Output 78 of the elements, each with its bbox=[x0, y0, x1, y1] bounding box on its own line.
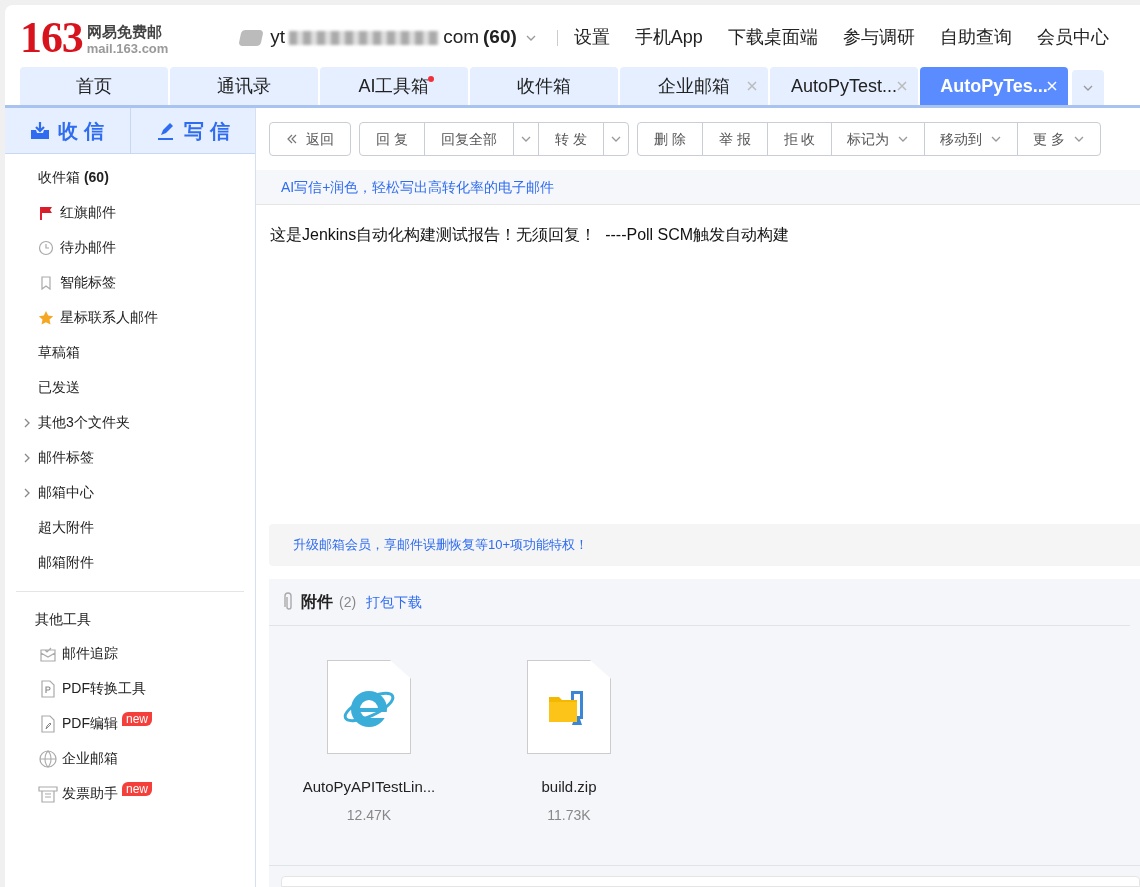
top-link[interactable]: 设置 bbox=[573, 24, 610, 51]
folder-item[interactable]: 已发送 bbox=[5, 370, 255, 405]
unread-count: (60) bbox=[483, 25, 517, 50]
file-name[interactable]: AutoPyAPITestLin... bbox=[302, 776, 436, 799]
folder-item[interactable]: 邮箱中心 bbox=[5, 475, 255, 510]
folder-item[interactable]: 邮箱附件 bbox=[5, 545, 255, 580]
email-body: 这是Jenkins自动化构建测试报告！无须回复！ ----Poll SCM触发自动构建 bbox=[270, 225, 791, 245]
section-title: 其他工具 bbox=[34, 610, 92, 629]
tool-item[interactable]: 企业邮箱 bbox=[5, 741, 255, 776]
account-suffix: com bbox=[443, 25, 480, 50]
toolbar-button[interactable]: 拒 收 bbox=[766, 123, 832, 155]
folder-item[interactable]: 星标联系人邮件 bbox=[5, 300, 255, 335]
globe-icon bbox=[38, 748, 58, 769]
tab[interactable]: 通讯录 bbox=[170, 67, 318, 105]
folder-item[interactable]: 智能标签 bbox=[5, 265, 255, 300]
toolbar-button[interactable]: 回复全部 bbox=[423, 123, 513, 155]
toolbar-button[interactable]: 删 除 bbox=[637, 123, 702, 155]
tab[interactable]: 首页 bbox=[20, 67, 168, 105]
upgrade-link[interactable]: 升级邮箱会员，享邮件误删恢复等10+项功能特权！ bbox=[293, 535, 589, 555]
file-size: 12.47K bbox=[346, 805, 392, 825]
pencil-icon bbox=[155, 120, 176, 141]
tool-item[interactable]: 邮件追踪 bbox=[5, 636, 255, 671]
star-icon bbox=[38, 309, 54, 326]
top-link[interactable]: 参与调研 bbox=[842, 24, 915, 51]
attachments-count: (2) bbox=[339, 592, 357, 612]
top-link[interactable]: 手机App bbox=[634, 24, 703, 51]
file-pencil-icon bbox=[38, 713, 58, 734]
tool-item[interactable]: PDF编辑 new bbox=[5, 706, 255, 741]
top-link[interactable]: 下载桌面端 bbox=[727, 24, 818, 51]
file-size: 11.73K bbox=[547, 805, 591, 825]
receipt-icon bbox=[38, 783, 58, 804]
clock-icon bbox=[38, 239, 54, 256]
close-icon[interactable] bbox=[896, 80, 908, 92]
tab[interactable]: 收件箱 bbox=[470, 67, 618, 105]
tab[interactable]: 企业邮箱 bbox=[620, 67, 768, 105]
account-prefix: yt bbox=[270, 25, 286, 50]
menu-button[interactable]: 更 多 bbox=[1017, 123, 1101, 155]
download-all-link[interactable]: 打包下载 bbox=[366, 591, 423, 613]
menu-button[interactable]: 移动到 bbox=[924, 123, 1018, 155]
back-button[interactable]: 返回 bbox=[270, 123, 350, 155]
top-link[interactable]: 自助查询 bbox=[939, 24, 1012, 51]
logo-number: 163 bbox=[20, 15, 83, 60]
inbox-download-icon bbox=[30, 120, 51, 141]
receive-button[interactable]: 收 信 bbox=[5, 108, 131, 153]
flag-icon bbox=[38, 204, 54, 221]
top-link[interactable]: 会员中心 bbox=[1036, 24, 1109, 51]
compose-button[interactable]: 写 信 bbox=[130, 108, 255, 153]
tab[interactable]: AI工具箱 bbox=[320, 67, 468, 105]
toolbar-button[interactable]: 举 报 bbox=[701, 123, 767, 155]
folder-item[interactable]: 红旗邮件 bbox=[5, 195, 255, 230]
folder-item[interactable]: 其他3个文件夹 bbox=[5, 405, 255, 440]
folder-item[interactable]: 邮件标签 bbox=[5, 440, 255, 475]
new-badge: new bbox=[122, 781, 152, 796]
pdf-file-icon bbox=[38, 678, 58, 699]
close-icon[interactable] bbox=[746, 80, 758, 92]
logo-name: 网易免费邮 bbox=[86, 22, 163, 42]
file-name[interactable]: build.zip bbox=[541, 776, 597, 799]
bookmark-icon bbox=[38, 274, 54, 291]
folder-item[interactable]: 超大附件 bbox=[5, 510, 255, 545]
file-thumbnail[interactable] bbox=[327, 660, 411, 754]
badge-icon bbox=[238, 29, 265, 46]
folder-item[interactable]: 收件箱 (60) bbox=[5, 160, 255, 195]
file-thumbnail[interactable] bbox=[527, 660, 611, 754]
logo-domain: mail.163.com bbox=[86, 41, 169, 58]
attachments-title: 附件 bbox=[301, 592, 333, 612]
double-chevron-left-icon bbox=[286, 133, 298, 145]
paperclip-icon bbox=[283, 592, 295, 612]
tool-item[interactable]: 发票助手 new bbox=[5, 776, 255, 811]
ai-promo-link[interactable]: AI写信+润色，轻松写出高转化率的电子邮件 bbox=[281, 176, 555, 198]
folder-item[interactable]: 待办邮件 bbox=[5, 230, 255, 265]
tab[interactable]: AutoPyTest... bbox=[770, 67, 918, 105]
new-badge: new bbox=[122, 711, 152, 726]
toolbar-button[interactable]: 回 复 bbox=[360, 123, 424, 155]
tabs-menu-button[interactable] bbox=[1072, 70, 1104, 105]
tool-item[interactable]: PDF转换工具 bbox=[5, 671, 255, 706]
toolbar-button[interactable]: 转 发 bbox=[537, 123, 603, 155]
folder-item[interactable]: 草稿箱 bbox=[5, 335, 255, 370]
menu-button[interactable]: 标记为 bbox=[831, 123, 925, 155]
